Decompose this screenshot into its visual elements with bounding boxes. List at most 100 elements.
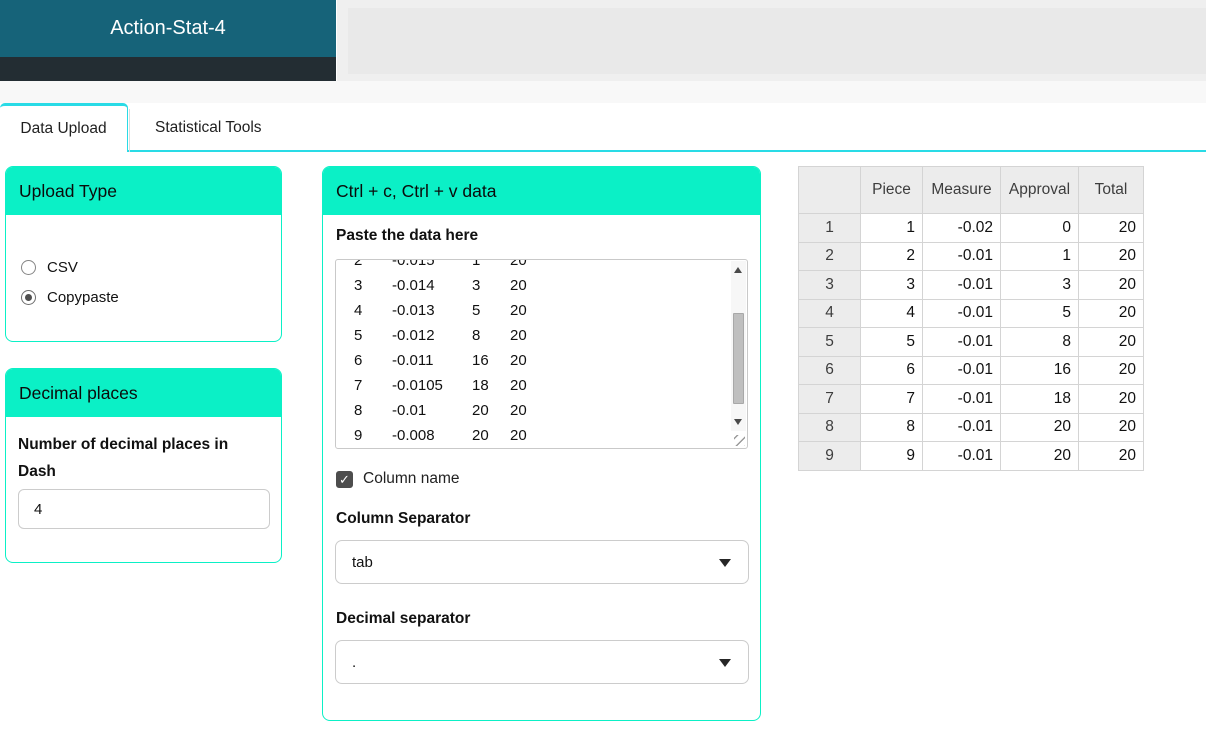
scrollbar-track[interactable] bbox=[731, 261, 746, 431]
table-cell[interactable]: -0.01 bbox=[922, 384, 1001, 414]
tab-data-upload[interactable]: Data Upload bbox=[0, 103, 128, 152]
column-separator-label: Column Separator bbox=[336, 510, 471, 527]
table-cell[interactable]: 8 bbox=[1000, 327, 1079, 357]
upload-type-card-header: Upload Type bbox=[6, 167, 281, 215]
table-cell[interactable]: 8 bbox=[860, 412, 923, 442]
table-cell[interactable]: 20 bbox=[1000, 412, 1079, 442]
table-cell[interactable]: 20 bbox=[1078, 327, 1144, 357]
resize-grip-icon[interactable] bbox=[734, 435, 745, 446]
radio-csv-label: CSV bbox=[47, 259, 78, 276]
scrollbar-thumb[interactable] bbox=[733, 313, 744, 404]
table-cell[interactable]: 5 bbox=[860, 327, 923, 357]
table-cell[interactable]: -0.01 bbox=[922, 355, 1001, 385]
radio-option-csv[interactable]: CSV bbox=[21, 259, 78, 276]
decimal-places-label: Number of decimal places in Dash bbox=[18, 436, 229, 480]
scrollbar-up-icon[interactable] bbox=[734, 267, 742, 273]
table-row: 1 1 -0.02 0 20 bbox=[798, 213, 1144, 243]
paste-data-title: Ctrl + c, Ctrl + v data bbox=[336, 180, 497, 201]
paste-textarea[interactable]: 2 -0.015 1 20 3 -0.014 3 20 4 -0.013 5 20 5 -0.012 8 20… bbox=[335, 259, 748, 449]
table-cell[interactable]: 2 bbox=[860, 241, 923, 271]
table-cell[interactable]: 0 bbox=[1000, 213, 1079, 243]
table-cell[interactable]: -0.01 bbox=[922, 241, 1001, 271]
table-row: 6 6 -0.01 16 20 bbox=[798, 355, 1144, 385]
table-cell[interactable]: -0.01 bbox=[922, 298, 1001, 328]
table-cell[interactable]: 4 bbox=[860, 298, 923, 328]
table-cell[interactable]: 20 bbox=[1078, 355, 1144, 385]
table-cell[interactable]: 20 bbox=[1078, 298, 1144, 328]
tab-bar: Data Upload Statistical Tools bbox=[0, 103, 1206, 152]
radio-button-icon[interactable] bbox=[21, 290, 36, 305]
column-name-label: Column name bbox=[363, 470, 460, 487]
table-cell[interactable]: 20 bbox=[1078, 241, 1144, 271]
table-cell[interactable]: 16 bbox=[1000, 355, 1079, 385]
table-cell[interactable]: 7 bbox=[860, 384, 923, 414]
textarea-line: 7 -0.0105 18 20 bbox=[354, 377, 527, 394]
table-cell[interactable]: 20 bbox=[1078, 441, 1144, 471]
row-index-cell: 5 bbox=[798, 327, 861, 357]
chevron-down-icon bbox=[719, 659, 731, 667]
radio-option-copypaste[interactable]: Copypaste bbox=[21, 289, 119, 306]
table-row: 2 2 -0.01 1 20 bbox=[798, 241, 1144, 271]
tab-statistical-tools-label: Statistical Tools bbox=[155, 118, 262, 136]
column-separator-dropdown[interactable]: tab bbox=[335, 540, 749, 584]
table-cell[interactable]: 1 bbox=[860, 213, 923, 243]
table-cell[interactable]: 20 bbox=[1078, 213, 1144, 243]
textarea-line: 9 -0.008 20 20 bbox=[354, 427, 527, 444]
row-index-cell: 2 bbox=[798, 241, 861, 271]
table-cell[interactable]: 6 bbox=[860, 355, 923, 385]
textarea-line: 8 -0.01 20 20 bbox=[354, 402, 527, 419]
scrollbar-down-icon[interactable] bbox=[734, 419, 742, 425]
decimal-separator-dropdown[interactable]: . bbox=[335, 640, 749, 684]
decimal-places-input[interactable] bbox=[18, 489, 270, 529]
table-cell[interactable]: -0.01 bbox=[922, 327, 1001, 357]
upload-type-card: Upload Type CSV Copypaste bbox=[5, 166, 282, 342]
table-cell[interactable]: 18 bbox=[1000, 384, 1079, 414]
table-cell[interactable]: 5 bbox=[1000, 298, 1079, 328]
decimal-places-title: Decimal places bbox=[19, 382, 138, 403]
paste-here-label: Paste the data here bbox=[336, 227, 479, 244]
column-name-checkbox-row[interactable]: ✓ Column name bbox=[336, 470, 460, 488]
header-cell-total[interactable]: Total bbox=[1078, 166, 1144, 214]
header-spacer-band bbox=[0, 81, 1206, 103]
check-mark-icon: ✓ bbox=[339, 471, 350, 487]
data-table-header: Piece Measure Approval Total bbox=[798, 166, 1144, 214]
textarea-line: 6 -0.011 16 20 bbox=[354, 352, 527, 369]
table-cell[interactable]: -0.02 bbox=[922, 213, 1001, 243]
column-separator-value: tab bbox=[352, 553, 373, 571]
table-cell[interactable]: 9 bbox=[860, 441, 923, 471]
header-cell-measure[interactable]: Measure bbox=[922, 166, 1001, 214]
table-cell[interactable]: 1 bbox=[1000, 241, 1079, 271]
table-cell[interactable]: 3 bbox=[1000, 270, 1079, 300]
table-row: 9 9 -0.01 20 20 bbox=[798, 441, 1144, 471]
top-gray-panel bbox=[337, 0, 1206, 81]
app-banner: Action-Stat-4 bbox=[0, 0, 336, 57]
header-cell-approval[interactable]: Approval bbox=[1000, 166, 1079, 214]
header-cell-piece[interactable]: Piece bbox=[860, 166, 923, 214]
table-cell[interactable]: 20 bbox=[1000, 441, 1079, 471]
paste-data-card-header: Ctrl + c, Ctrl + v data bbox=[323, 167, 760, 215]
table-row: 4 4 -0.01 5 20 bbox=[798, 298, 1144, 328]
radio-copypaste-label: Copypaste bbox=[47, 289, 119, 306]
table-cell[interactable]: -0.01 bbox=[922, 412, 1001, 442]
banner-dark-strip bbox=[0, 57, 336, 81]
table-cell[interactable]: 3 bbox=[860, 270, 923, 300]
decimal-places-card-header: Decimal places bbox=[6, 369, 281, 417]
table-cell[interactable]: 20 bbox=[1078, 270, 1144, 300]
tab-statistical-tools[interactable]: Statistical Tools bbox=[129, 103, 302, 152]
row-index-cell: 7 bbox=[798, 384, 861, 414]
table-cell[interactable]: -0.01 bbox=[922, 270, 1001, 300]
row-index-cell: 6 bbox=[798, 355, 861, 385]
textarea-line: 5 -0.012 8 20 bbox=[354, 327, 527, 344]
table-cell[interactable]: -0.01 bbox=[922, 441, 1001, 471]
table-header-row: Piece Measure Approval Total bbox=[798, 166, 1144, 214]
table-cell[interactable]: 20 bbox=[1078, 412, 1144, 442]
textarea-line: 4 -0.013 5 20 bbox=[354, 302, 527, 319]
row-index-cell: 8 bbox=[798, 412, 861, 442]
paste-data-card: Ctrl + c, Ctrl + v data Paste the data h… bbox=[322, 166, 761, 721]
tab-data-upload-label: Data Upload bbox=[20, 120, 107, 137]
radio-button-icon[interactable] bbox=[21, 260, 36, 275]
chevron-down-icon bbox=[719, 559, 731, 567]
table-cell[interactable]: 20 bbox=[1078, 384, 1144, 414]
top-gray-inner bbox=[348, 8, 1206, 74]
checkbox-icon[interactable]: ✓ bbox=[336, 470, 353, 488]
